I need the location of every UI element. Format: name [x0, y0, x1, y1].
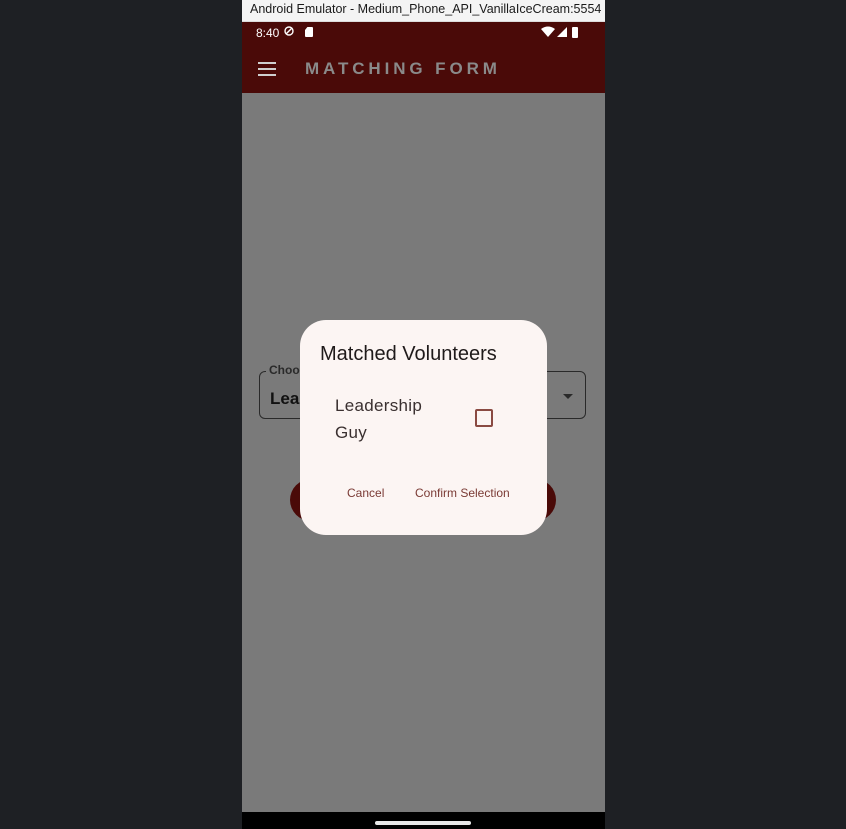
volunteer-item-label: Leadership Guy — [335, 396, 423, 442]
select-field-value: Lea — [270, 389, 300, 408]
volunteer-checkbox[interactable] — [475, 409, 493, 427]
cancel-button[interactable]: Cancel — [347, 486, 384, 500]
app-bar: MATCHING FORM — [242, 44, 605, 93]
dialog-title: Matched Volunteers — [320, 343, 497, 365]
status-time: 8:40 — [256, 26, 280, 40]
navigation-bar — [242, 812, 605, 829]
dropdown-arrow-icon[interactable] — [563, 394, 573, 399]
battery-icon — [572, 27, 578, 38]
status-bar: 8:40 — [242, 22, 605, 44]
emulator-window: Android Emulator - Medium_Phone_API_Vani… — [242, 0, 605, 829]
vpn-icon — [284, 26, 294, 36]
app-bar-title: MATCHING FORM — [305, 59, 501, 78]
select-field-label: Choo — [266, 363, 303, 377]
hamburger-menu-icon[interactable] — [258, 62, 276, 76]
confirm-selection-button[interactable]: Confirm Selection — [415, 486, 510, 500]
cell-signal-icon — [557, 27, 567, 37]
window-title: Android Emulator - Medium_Phone_API_Vani… — [242, 0, 605, 22]
home-gesture-handle[interactable] — [375, 821, 471, 825]
signal-icons — [541, 26, 578, 38]
matched-volunteers-dialog: Matched Volunteers Leadership Guy Cancel… — [300, 320, 547, 535]
sim-card-icon — [305, 27, 313, 37]
wifi-icon — [541, 26, 555, 37]
